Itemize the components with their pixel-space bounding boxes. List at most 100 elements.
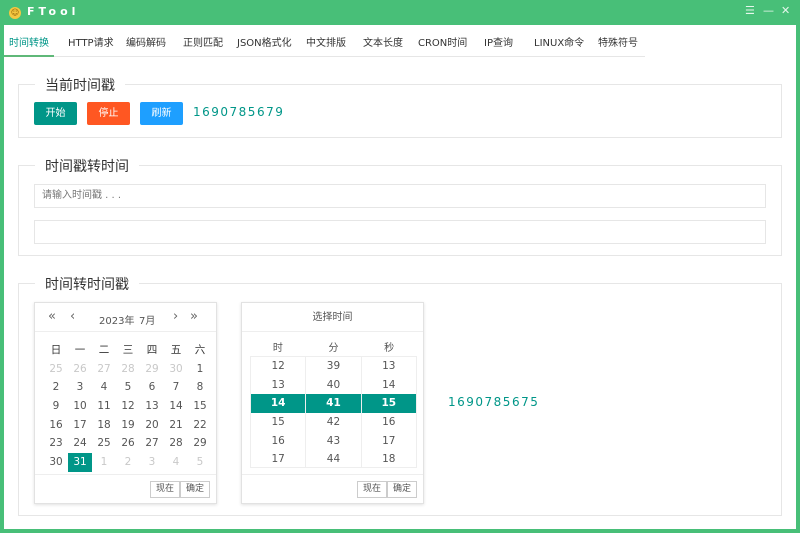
section-legend: 时间转时间戳	[35, 274, 139, 294]
minutes-option[interactable]: 44	[306, 450, 360, 469]
seconds-option[interactable]: 17	[362, 432, 416, 451]
seconds-option[interactable]: 18	[362, 450, 416, 469]
calendar-day[interactable]: 1	[92, 453, 116, 472]
stop-button[interactable]: 停止	[87, 102, 130, 125]
seconds-column[interactable]: 13 14 15 16 17 18	[361, 357, 416, 469]
tab-item[interactable]: 编码解码	[126, 31, 166, 57]
calendar-day[interactable]: 4	[164, 453, 188, 472]
calendar-day[interactable]: 11	[92, 397, 116, 416]
calendar-day[interactable]: 25	[44, 360, 68, 379]
tab-item[interactable]: 中文排版	[306, 31, 346, 57]
calendar-day[interactable]: 21	[164, 416, 188, 435]
calendar-day[interactable]: 12	[116, 397, 140, 416]
next-year-icon[interactable]: »	[190, 309, 198, 324]
hours-column[interactable]: 12 13 14 15 16 17	[251, 357, 307, 469]
seconds-option[interactable]: 16	[362, 413, 416, 432]
tab-item[interactable]: IP查询	[484, 31, 513, 57]
calendar-day[interactable]: 29	[140, 360, 164, 379]
tab-item[interactable]: CRON时间	[418, 31, 467, 57]
refresh-button[interactable]: 刷新	[140, 102, 183, 125]
calendar-day[interactable]: 30	[164, 360, 188, 379]
tab-item[interactable]: LINUX命令	[534, 31, 584, 57]
tab-item[interactable]: 特殊符号	[598, 31, 638, 57]
calendar-day[interactable]: 27	[92, 360, 116, 379]
tab-item[interactable]: 文本长度	[363, 31, 403, 57]
calendar-day[interactable]: 18	[92, 416, 116, 435]
time-output-field[interactable]	[34, 220, 766, 244]
next-month-icon[interactable]: ›	[173, 309, 178, 324]
calendar-day[interactable]: 24	[68, 434, 92, 453]
calendar-day[interactable]: 5	[116, 378, 140, 397]
calendar-day[interactable]: 26	[116, 434, 140, 453]
tab-item[interactable]: 正则匹配	[183, 31, 223, 57]
minutes-option[interactable]: 42	[306, 413, 360, 432]
calendar-day[interactable]: 27	[140, 434, 164, 453]
calendar-day[interactable]: 26	[68, 360, 92, 379]
calendar-day[interactable]: 15	[188, 397, 212, 416]
calendar-day[interactable]: 17	[68, 416, 92, 435]
minimize-icon[interactable]: —	[763, 4, 774, 17]
seconds-option[interactable]: 13	[362, 357, 416, 376]
confirm-button[interactable]: 确定	[180, 481, 210, 498]
calendar-day[interactable]: 31	[68, 453, 92, 472]
calendar-day[interactable]: 25	[92, 434, 116, 453]
calendar-day[interactable]: 14	[164, 397, 188, 416]
calendar-day[interactable]: 20	[140, 416, 164, 435]
minutes-option[interactable]: 43	[306, 432, 360, 451]
calendar-day[interactable]: 22	[188, 416, 212, 435]
hours-option[interactable]: 17	[251, 450, 305, 469]
hours-option[interactable]: 12	[251, 357, 305, 376]
timestamp-input[interactable]: 请输入时间戳 . . .	[34, 184, 766, 208]
converted-timestamp: 1690785675	[448, 395, 540, 409]
calendar-day[interactable]: 3	[68, 378, 92, 397]
calendar-day[interactable]: 8	[188, 378, 212, 397]
tab-item[interactable]: JSON格式化	[237, 31, 292, 57]
tab-item[interactable]: 时间转换	[4, 31, 54, 57]
tab-bar: 时间转换 HTTP请求 编码解码 正则匹配 JSON格式化 中文排版 文本长度 CRON时间 I…	[4, 31, 645, 57]
prev-year-icon[interactable]: «	[48, 309, 56, 324]
seconds-option[interactable]: 15	[361, 394, 416, 413]
hours-option[interactable]: 14	[251, 394, 306, 413]
now-button[interactable]: 现在	[150, 481, 180, 498]
hours-option[interactable]: 13	[251, 376, 305, 395]
calendar-day[interactable]: 2	[44, 378, 68, 397]
weekday-header: 二	[98, 344, 110, 356]
calendar-day[interactable]: 3	[140, 453, 164, 472]
calendar-day[interactable]: 7	[164, 378, 188, 397]
calendar-day[interactable]: 4	[92, 378, 116, 397]
calendar-day[interactable]: 9	[44, 397, 68, 416]
hours-option[interactable]: 16	[251, 432, 305, 451]
prev-month-icon[interactable]: ‹	[70, 309, 75, 324]
time-picker: 选择时间 时分秒 12 13 14 15 16 17 39 40 41 42 43 44 13 14 15 1…	[241, 302, 424, 504]
minutes-option[interactable]: 39	[306, 357, 360, 376]
time-column-header: 时	[272, 343, 283, 354]
calendar-day[interactable]: 2	[116, 453, 140, 472]
timestamp-to-time-section: 时间戳转时间 请输入时间戳 . . .	[18, 156, 782, 256]
calendar-day[interactable]: 13	[140, 397, 164, 416]
time-column-header: 秒	[384, 343, 395, 354]
calendar-day[interactable]: 19	[116, 416, 140, 435]
tab-item[interactable]: HTTP请求	[68, 31, 114, 57]
minutes-option[interactable]: 41	[306, 394, 361, 413]
calendar-day[interactable]: 28	[164, 434, 188, 453]
calendar-year[interactable]: 2023年	[99, 312, 134, 327]
confirm-button[interactable]: 确定	[387, 481, 417, 498]
minutes-column[interactable]: 39 40 41 42 43 44	[306, 357, 362, 469]
hours-option[interactable]: 15	[251, 413, 305, 432]
menu-icon[interactable]: ☰	[745, 4, 755, 17]
calendar-day[interactable]: 5	[188, 453, 212, 472]
calendar-day[interactable]: 29	[188, 434, 212, 453]
seconds-option[interactable]: 14	[362, 376, 416, 395]
calendar-month[interactable]: 7月	[139, 312, 155, 327]
calendar-day[interactable]: 30	[44, 453, 68, 472]
start-button[interactable]: 开始	[34, 102, 77, 125]
calendar-day[interactable]: 1	[188, 360, 212, 379]
calendar-day[interactable]: 10	[68, 397, 92, 416]
minutes-option[interactable]: 40	[306, 376, 360, 395]
calendar-day[interactable]: 16	[44, 416, 68, 435]
calendar-day[interactable]: 28	[116, 360, 140, 379]
calendar-day[interactable]: 23	[44, 434, 68, 453]
calendar-day[interactable]: 6	[140, 378, 164, 397]
now-button[interactable]: 现在	[357, 481, 387, 498]
close-icon[interactable]: ✕	[781, 4, 790, 17]
